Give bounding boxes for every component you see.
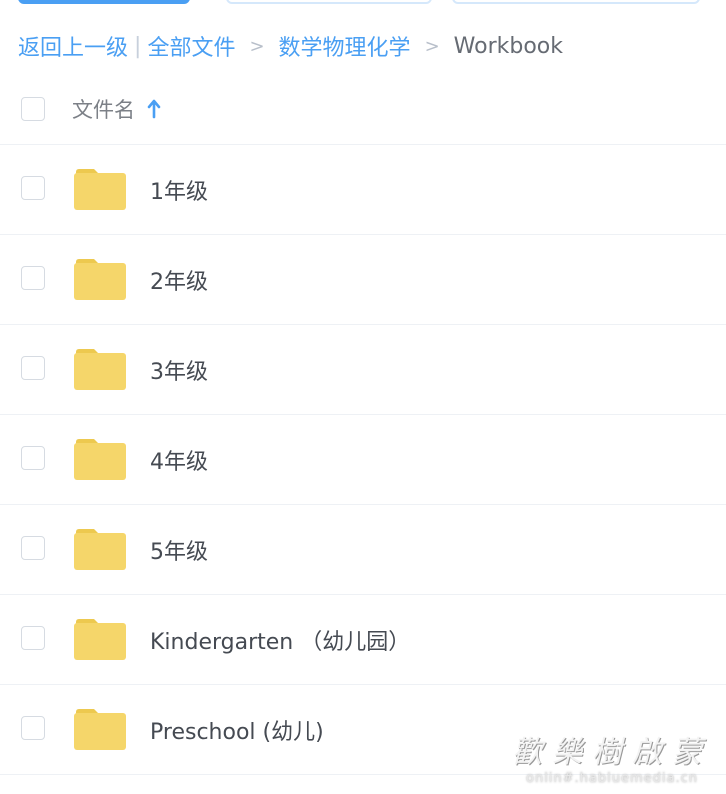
folder-icon bbox=[74, 349, 126, 390]
select-all-checkbox[interactable] bbox=[21, 97, 45, 121]
watermark-url: onlin#.habluemedia.cn bbox=[526, 771, 698, 786]
row-checkbox[interactable] bbox=[21, 356, 45, 380]
file-row[interactable]: 5年级 bbox=[0, 505, 726, 595]
file-name[interactable]: 5年级 bbox=[150, 534, 208, 566]
file-row[interactable]: Kindergarten （幼儿园） bbox=[0, 595, 726, 685]
watermark-logo: 歡樂樹啟蒙 bbox=[512, 735, 712, 770]
file-row[interactable]: 2年级 bbox=[0, 235, 726, 325]
row-checkbox[interactable] bbox=[21, 536, 45, 560]
folder-icon bbox=[74, 709, 126, 750]
folder-icon bbox=[74, 619, 126, 660]
breadcrumb-arrow: > bbox=[249, 35, 265, 57]
folder-icon bbox=[74, 529, 126, 570]
breadcrumb: 返回上一级 | 全部文件 > 数学物理化学 > Workbook bbox=[18, 30, 563, 62]
folder-icon bbox=[74, 169, 126, 210]
folder-icon bbox=[74, 439, 126, 480]
filename-column-header[interactable]: 文件名 bbox=[72, 94, 161, 124]
file-name[interactable]: 1年级 bbox=[150, 174, 208, 206]
row-checkbox[interactable] bbox=[21, 626, 45, 650]
breadcrumb-divider: | bbox=[134, 33, 142, 59]
file-name[interactable]: 3年级 bbox=[150, 354, 208, 386]
file-name[interactable]: 2年级 bbox=[150, 264, 208, 296]
watermark: 歡樂樹啟蒙 onlin#.habluemedia.cn bbox=[512, 727, 712, 786]
breadcrumb-parent-link[interactable]: 数学物理化学 bbox=[279, 30, 411, 62]
file-row[interactable]: 1年级 bbox=[0, 145, 726, 235]
breadcrumb-root-link[interactable]: 全部文件 bbox=[147, 30, 235, 62]
row-checkbox[interactable] bbox=[21, 716, 45, 740]
secondary-action-button[interactable] bbox=[226, 0, 432, 4]
back-link[interactable]: 返回上一级 bbox=[18, 30, 128, 62]
row-checkbox[interactable] bbox=[21, 446, 45, 470]
file-name[interactable]: Preschool (幼儿) bbox=[150, 714, 324, 746]
list-header: 文件名 bbox=[0, 82, 726, 145]
filename-column-label: 文件名 bbox=[72, 98, 135, 122]
primary-action-button[interactable] bbox=[18, 0, 190, 4]
breadcrumb-arrow: > bbox=[424, 35, 440, 57]
arrow-up-icon[interactable] bbox=[147, 99, 161, 119]
row-checkbox[interactable] bbox=[21, 176, 45, 200]
file-row[interactable]: 3年级 bbox=[0, 325, 726, 415]
breadcrumb-current: Workbook bbox=[453, 33, 563, 59]
tertiary-action-button[interactable] bbox=[452, 0, 700, 4]
file-name[interactable]: Kindergarten （幼儿园） bbox=[150, 624, 410, 656]
row-checkbox[interactable] bbox=[21, 266, 45, 290]
file-name[interactable]: 4年级 bbox=[150, 444, 208, 476]
folder-icon bbox=[74, 259, 126, 300]
file-row[interactable]: 4年级 bbox=[0, 415, 726, 505]
